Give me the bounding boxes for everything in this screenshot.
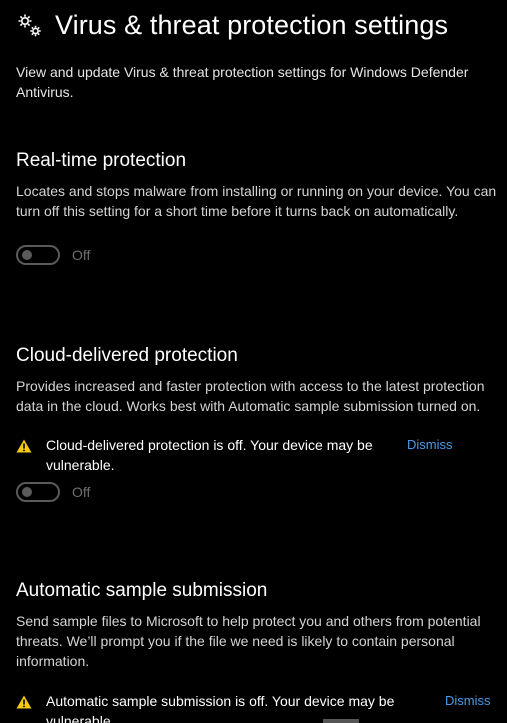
- cloud-protection-toggle[interactable]: [16, 482, 60, 502]
- page-header: Virus & threat protection settings: [16, 10, 448, 41]
- section-real-time-protection: Real-time protection Locates and stops m…: [16, 149, 504, 265]
- section-description: Provides increased and faster protection…: [16, 378, 485, 414]
- real-time-protection-toggle[interactable]: [16, 245, 60, 265]
- toggle-knob: [22, 487, 32, 497]
- dismiss-link[interactable]: Dismiss: [407, 435, 453, 455]
- warning-icon: [16, 694, 32, 709]
- section-title: Cloud-delivered protection: [16, 345, 238, 366]
- toggle-state-label: Off: [72, 484, 91, 500]
- section-cloud-delivered-protection: Cloud-delivered protection Provides incr…: [16, 344, 504, 502]
- warning-text: Cloud-delivered protection is off. Your …: [46, 437, 373, 473]
- dismiss-link[interactable]: Dismiss: [445, 691, 491, 711]
- scrollbar-thumb[interactable]: [323, 719, 359, 723]
- warning-icon: [16, 438, 32, 453]
- section-title: Automatic sample submission: [16, 580, 268, 601]
- cloud-protection-warning: Cloud-delivered protection is off. Your …: [16, 435, 504, 475]
- section-description: Locates and stops malware from installin…: [16, 183, 497, 219]
- toggle-state-label: Off: [72, 247, 91, 263]
- section-automatic-sample-submission: Automatic sample submission Send sample …: [16, 579, 504, 723]
- page-description: View and update Virus & threat protectio…: [16, 64, 469, 100]
- real-time-protection-toggle-row: Off: [16, 245, 504, 265]
- settings-page: Virus & threat protection settings View …: [0, 0, 507, 723]
- section-title: Real-time protection: [16, 150, 187, 171]
- cloud-protection-toggle-row: Off: [16, 482, 504, 502]
- section-description: Send sample files to Microsoft to help p…: [16, 613, 481, 669]
- sample-submission-warning: Automatic sample submission is off. Your…: [16, 691, 504, 723]
- page-title: Virus & threat protection settings: [55, 10, 449, 40]
- gears-icon: [16, 12, 44, 40]
- toggle-knob: [22, 250, 32, 260]
